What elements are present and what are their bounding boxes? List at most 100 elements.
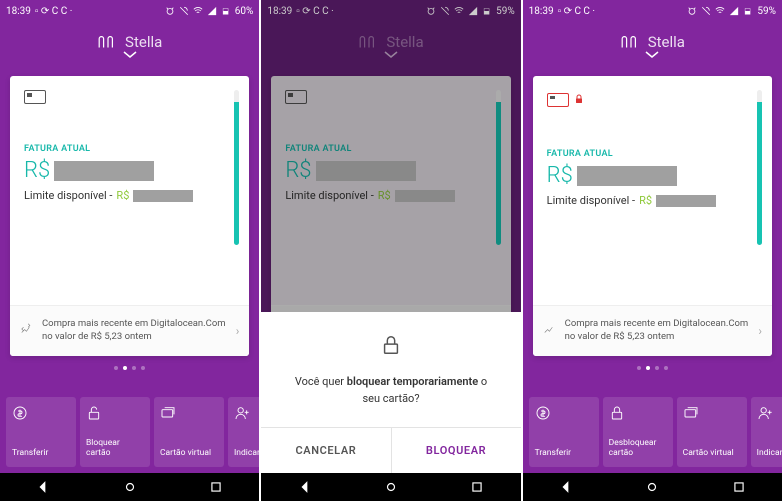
action-label: Indicar amigo	[757, 449, 782, 459]
battery-icon	[221, 6, 231, 16]
nubank-logo-icon	[97, 35, 119, 49]
quick-actions[interactable]: Transferir Bloquear cartão Cartão virtua…	[0, 397, 259, 467]
page-dots	[533, 366, 772, 370]
nav-home-icon[interactable]	[123, 480, 137, 494]
latest-transaction[interactable]: Compra mais recente em Digitalocean.Com …	[533, 305, 772, 356]
dollar-circle-icon	[535, 405, 551, 421]
modal-overlay[interactable]: Você quer bloquear temporariamente o seu…	[261, 0, 520, 501]
action-label: Desbloquear cartão	[609, 439, 667, 459]
action-label: Indicar amigo	[234, 449, 259, 459]
chevron-right-icon: ›	[758, 323, 762, 339]
nav-recent-icon[interactable]	[470, 480, 484, 494]
invoice-label: FATURA ATUAL	[547, 149, 758, 159]
action-transfer[interactable]: Transferir	[6, 397, 76, 467]
battery-percent: 60%	[235, 6, 254, 17]
battery-icon	[743, 6, 753, 16]
nav-home-icon[interactable]	[384, 480, 398, 494]
android-nav-bar[interactable]	[523, 473, 782, 501]
nubank-logo-icon	[620, 35, 642, 49]
user-plus-icon	[234, 405, 250, 421]
limit-gauge	[234, 90, 239, 245]
nav-back-icon[interactable]	[559, 480, 573, 494]
screen-block-dialog: 18:39 ▫ ⟳ C C · 59% Stella FATURA ATUAL	[261, 0, 520, 501]
nav-back-icon[interactable]	[298, 480, 312, 494]
limit-label: Limite disponível -	[547, 194, 635, 207]
action-label: Bloquear cartão	[86, 439, 144, 459]
status-app-icons: ▫ ⟳ C C ·	[35, 6, 72, 17]
app-header[interactable]: Stella	[0, 22, 259, 62]
lock-icon	[609, 405, 625, 421]
dollar-circle-icon	[12, 405, 28, 421]
card-stack-icon	[683, 405, 699, 421]
action-label: Transferir	[535, 449, 593, 459]
currency-prefix: R$	[24, 158, 50, 183]
chevron-right-icon: ›	[236, 323, 240, 339]
status-bar: 18:39 ▫ ⟳ C C · 59%	[523, 0, 782, 22]
limit-currency: R$	[639, 194, 652, 207]
redacted-amount	[54, 161, 154, 181]
redacted-limit	[656, 195, 716, 207]
vibrate-icon	[701, 6, 711, 16]
status-time: 18:39	[529, 6, 554, 17]
dialog-question: Você quer bloquear temporariamente o seu…	[261, 360, 520, 427]
action-refer-friend[interactable]: Indicar amigo	[751, 397, 782, 467]
action-virtual-card[interactable]: Cartão virtual	[154, 397, 224, 467]
transaction-text: Compra mais recente em Digitalocean.Com …	[42, 318, 228, 344]
nav-back-icon[interactable]	[36, 480, 50, 494]
nav-recent-icon[interactable]	[209, 480, 223, 494]
nav-recent-icon[interactable]	[732, 480, 746, 494]
wifi-icon	[715, 6, 725, 16]
currency-prefix: R$	[547, 163, 573, 188]
screen-before-lock: 18:39 ▫ ⟳ C C · 60% Stella FATURA ATUAL	[0, 0, 259, 501]
credit-card-widget[interactable]: FATURA ATUAL R$ Limite disponível - R$ C…	[10, 76, 249, 356]
unlock-icon	[86, 405, 102, 421]
page-dots	[10, 366, 249, 370]
main-area: FATURA ATUAL R$ Limite disponível - R$ C…	[0, 62, 259, 397]
alarm-icon	[165, 6, 175, 16]
alarm-icon	[687, 6, 697, 16]
signal-icon	[729, 6, 739, 16]
cancel-button[interactable]: CANCELAR	[261, 428, 391, 473]
locked-badge-icon	[573, 90, 585, 109]
status-app-icons: ▫ ⟳ C C ·	[558, 6, 595, 17]
vibrate-icon	[179, 6, 189, 16]
action-transfer[interactable]: Transferir	[529, 397, 599, 467]
transaction-icon	[20, 322, 34, 341]
latest-transaction[interactable]: Compra mais recente em Digitalocean.Com …	[10, 305, 249, 356]
android-nav-bar[interactable]	[0, 473, 259, 501]
limit-label: Limite disponível -	[24, 189, 112, 202]
nav-home-icon[interactable]	[645, 480, 659, 494]
status-time: 18:39	[6, 6, 31, 17]
screen-after-lock: 18:39 ▫ ⟳ C C · 59% Stella	[523, 0, 782, 501]
card-stack-icon	[160, 405, 176, 421]
android-nav-bar[interactable]	[261, 473, 520, 501]
transaction-icon	[543, 322, 557, 341]
invoice-label: FATURA ATUAL	[24, 144, 235, 154]
block-card-dialog: Você quer bloquear temporariamente o seu…	[261, 312, 520, 473]
limit-currency: R$	[116, 189, 129, 202]
wifi-icon	[193, 6, 203, 16]
status-bar: 18:39 ▫ ⟳ C C · 60%	[0, 0, 259, 22]
action-unblock-card[interactable]: Desbloquear cartão	[603, 397, 673, 467]
transaction-text: Compra mais recente em Digitalocean.Com …	[565, 318, 751, 344]
main-area: FATURA ATUAL R$ Limite disponível - R$ C…	[523, 62, 782, 397]
credit-card-widget[interactable]: FATURA ATUAL R$ Limite disponível - R$ C…	[533, 76, 772, 356]
redacted-amount	[577, 166, 677, 186]
action-label: Cartão virtual	[160, 449, 218, 459]
redacted-limit	[133, 190, 193, 202]
action-virtual-card[interactable]: Cartão virtual	[677, 397, 747, 467]
quick-actions[interactable]: Transferir Desbloquear cartão Cartão vir…	[523, 397, 782, 467]
lock-icon	[380, 334, 402, 360]
limit-gauge	[757, 90, 762, 245]
card-icon	[24, 90, 46, 104]
card-icon	[547, 93, 569, 107]
action-label: Cartão virtual	[683, 449, 741, 459]
confirm-block-button[interactable]: BLOQUEAR	[392, 428, 521, 473]
user-plus-icon	[757, 405, 773, 421]
action-label: Transferir	[12, 449, 70, 459]
signal-icon	[207, 6, 217, 16]
battery-percent: 59%	[757, 6, 776, 17]
action-refer-friend[interactable]: Indicar amigo	[228, 397, 259, 467]
action-block-card[interactable]: Bloquear cartão	[80, 397, 150, 467]
app-header[interactable]: Stella	[523, 22, 782, 62]
